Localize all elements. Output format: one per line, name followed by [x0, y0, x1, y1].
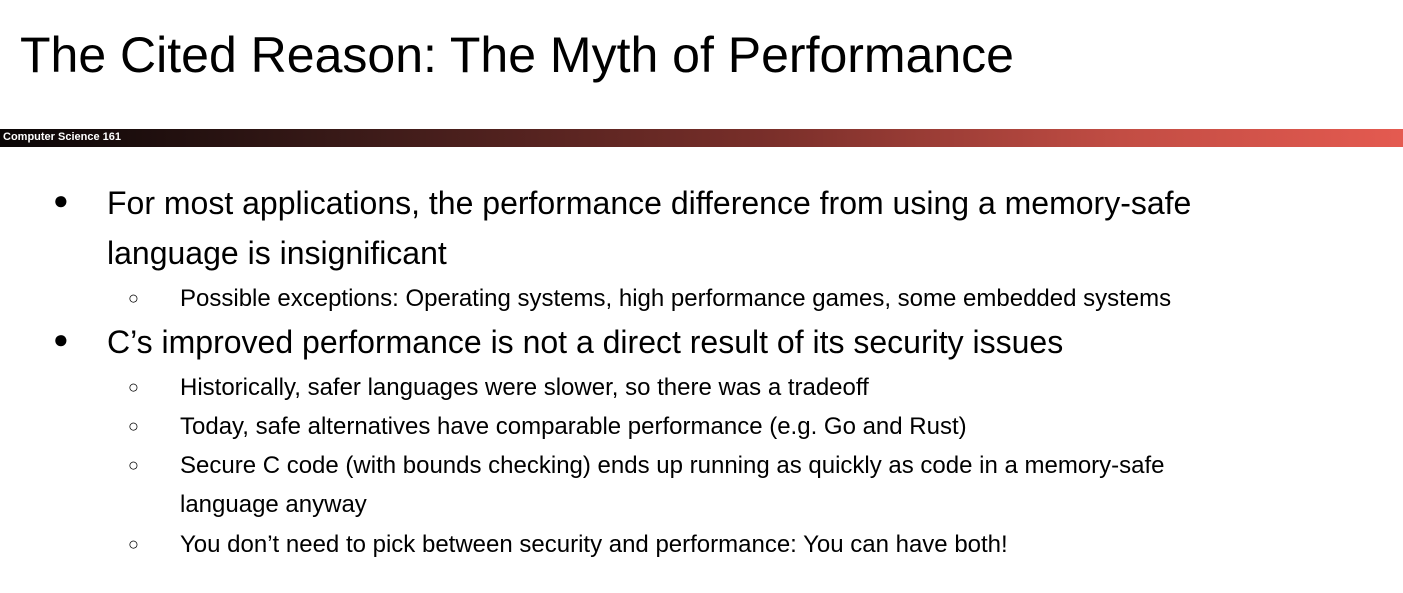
course-label: Computer Science 161 — [3, 131, 121, 143]
sub-bullet-icon: ○ — [128, 455, 139, 475]
bullet-text: C’s improved performance is not a direct… — [107, 324, 1064, 360]
sub-bullet-icon: ○ — [128, 377, 139, 397]
bullet-text: language is insignificant — [107, 235, 447, 271]
sub-bullet-text: Possible exceptions: Operating systems, … — [180, 285, 1172, 312]
sub-bullet-text: You don’t need to pick between security … — [180, 531, 1008, 558]
sub-bullet-icon: ○ — [128, 534, 139, 554]
bullet-icon: ● — [53, 185, 69, 215]
bullet-text: For most applications, the performance d… — [107, 185, 1192, 221]
sub-bullet-icon: ○ — [128, 416, 139, 436]
sub-bullet-icon: ○ — [128, 288, 139, 308]
sub-bullet-text: Secure C code (with bounds checking) end… — [180, 452, 1165, 479]
slide-title: The Cited Reason: The Myth of Performanc… — [20, 27, 1014, 83]
sub-bullet-text: Historically, safer languages were slowe… — [180, 374, 869, 401]
header-bar: Computer Science 161 — [0, 129, 1403, 147]
sub-bullet-text: language anyway — [180, 491, 367, 518]
bullet-icon: ● — [53, 324, 69, 354]
sub-bullet-text: Today, safe alternatives have comparable… — [180, 413, 967, 440]
